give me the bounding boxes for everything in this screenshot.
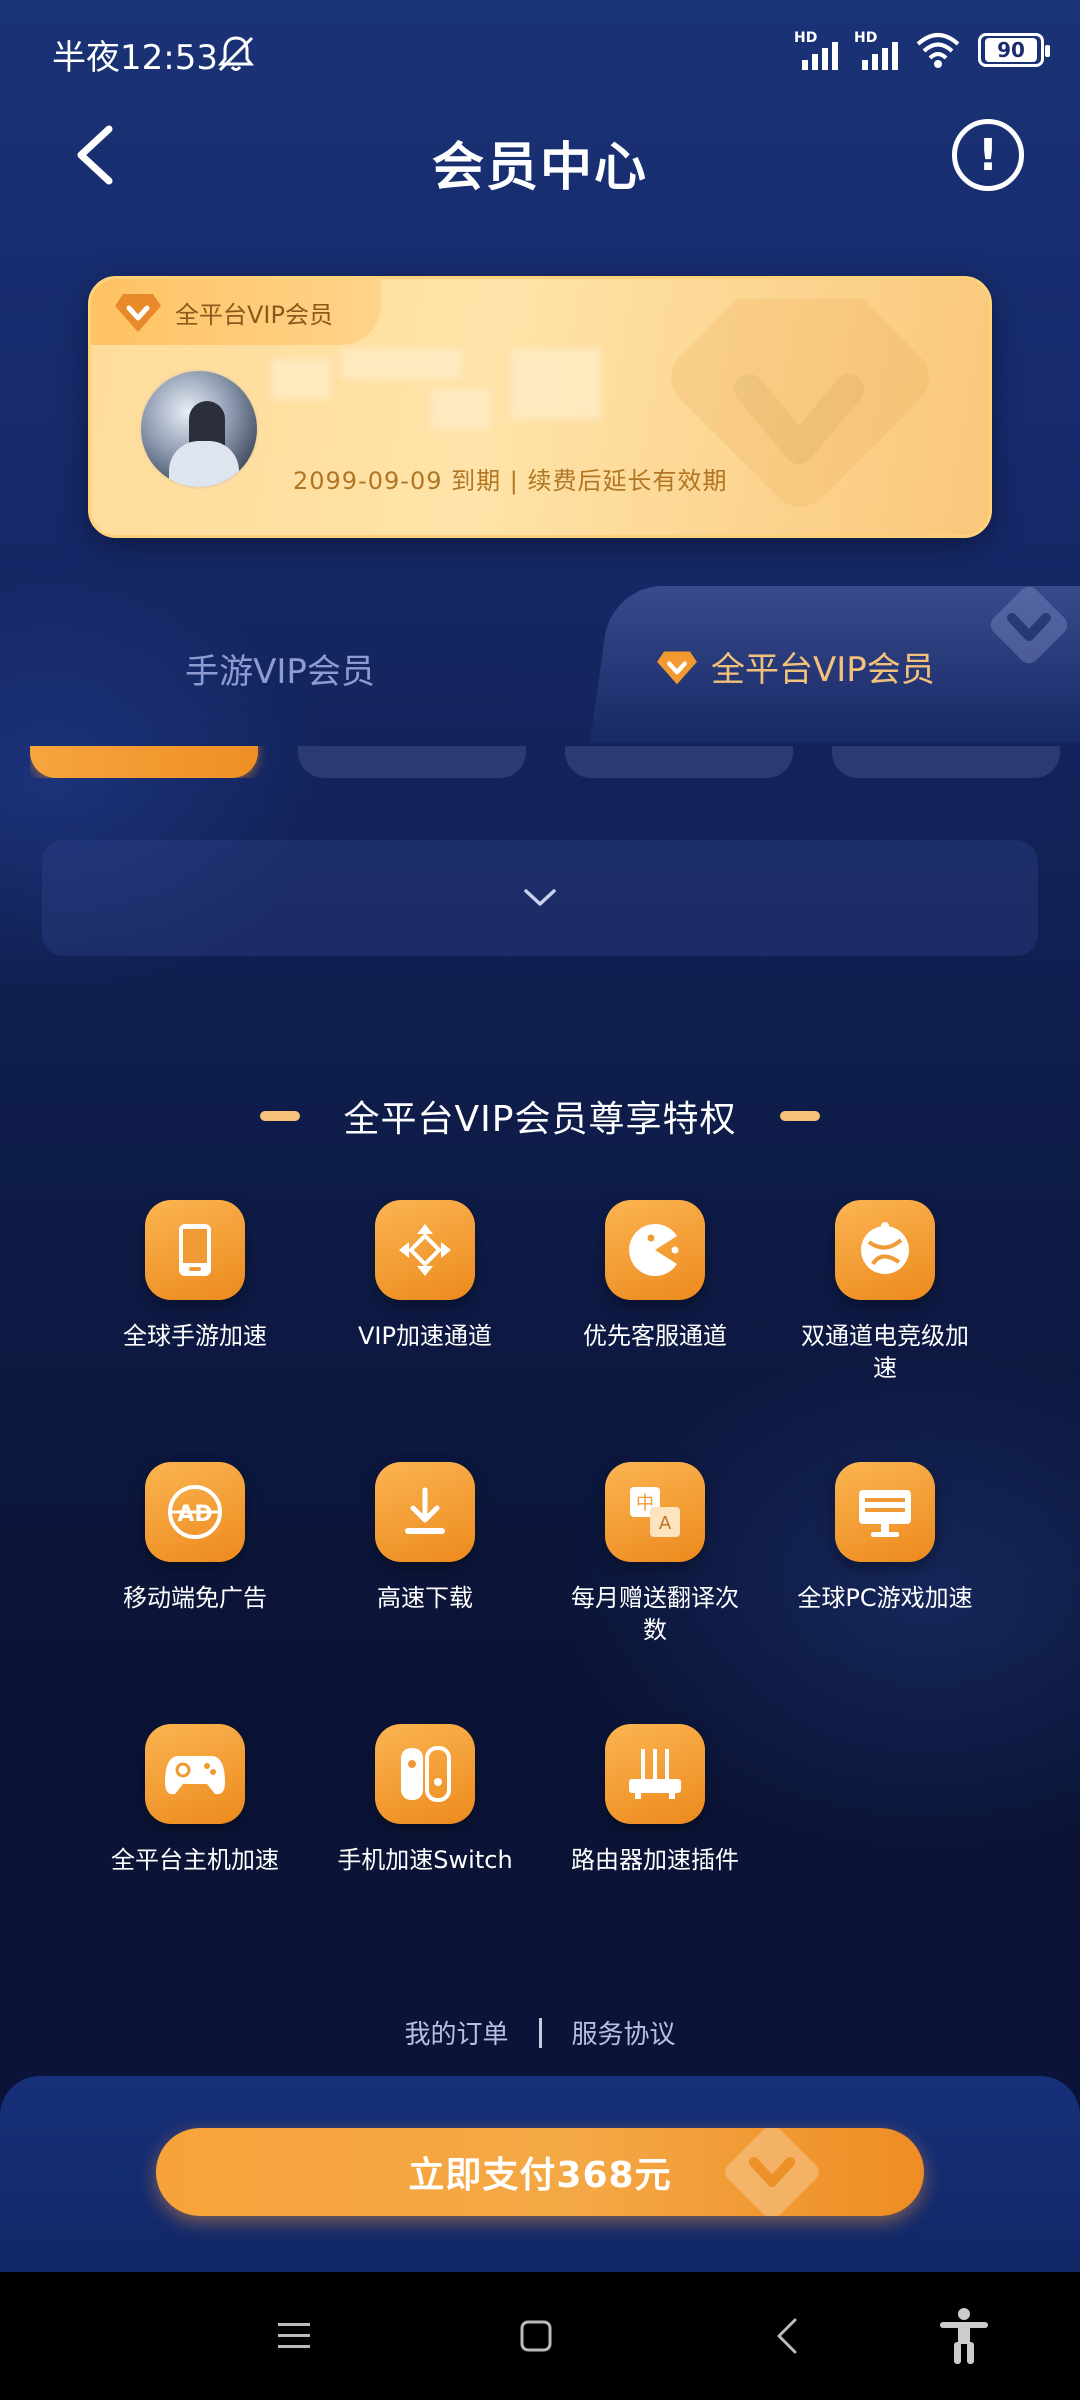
- svg-text:AD: AD: [177, 1502, 212, 1527]
- vip-diamond-icon: [115, 294, 161, 332]
- service-agreement-link[interactable]: 服务协议: [572, 2014, 676, 2051]
- bell-off-icon: [217, 36, 255, 72]
- battery-level: 90: [985, 38, 1037, 62]
- feature-item: 优先客服通道: [540, 1200, 770, 1352]
- feature-label: 路由器加速插件: [571, 1846, 739, 1874]
- feature-label: 全球PC游戏加速: [797, 1584, 973, 1612]
- system-nav-bar: [0, 2272, 1080, 2400]
- feature-item: 双通道电竞级加速: [770, 1200, 1000, 1384]
- home-button[interactable]: [506, 2306, 566, 2366]
- expand-panel[interactable]: [42, 840, 1038, 956]
- privileges-title: 全平台VIP会员尊享特权: [343, 1099, 737, 1140]
- pacman-icon: [605, 1200, 705, 1300]
- chevron-left-icon: [777, 2318, 797, 2354]
- expire-text: 2099-09-09 到期 | 续费后延长有效期: [293, 467, 728, 495]
- feature-label: 优先客服通道: [583, 1322, 727, 1350]
- exclamation-icon: !: [977, 129, 999, 181]
- title-dash-left: [259, 1111, 300, 1121]
- card-badge-label: 全平台VIP会员: [175, 300, 333, 329]
- battery-icon: 90: [978, 33, 1050, 67]
- feature-item: AD 移动端免广告: [80, 1462, 310, 1614]
- status-time: 半夜12:53: [52, 38, 218, 78]
- feature-item: VIP加速通道: [310, 1200, 540, 1352]
- feature-item: 路由器加速插件: [540, 1724, 770, 1876]
- feature-item: 手机加速Switch: [310, 1724, 540, 1876]
- price-option[interactable]: [298, 746, 526, 778]
- vip-watermark-icon: [725, 2128, 819, 2216]
- feature-item: 全平台主机加速: [80, 1724, 310, 1876]
- price-option[interactable]: [832, 746, 1060, 778]
- vip-diamond-icon: [657, 650, 697, 684]
- price-option-selected[interactable]: [30, 746, 258, 778]
- chevron-down-icon: [524, 889, 556, 906]
- my-orders-link[interactable]: 我的订单: [404, 2014, 508, 2051]
- diamond-arrows-icon: [375, 1200, 475, 1300]
- privileges-header: 全平台VIP会员尊享特权: [0, 1090, 1080, 1142]
- feature-item: 全球PC游戏加速: [770, 1462, 1000, 1614]
- status-bar: 半夜12:53 HD HD 90: [0, 0, 1080, 105]
- tab-all-platform-vip[interactable]: 全平台VIP会员: [655, 642, 935, 691]
- tab-mobile-vip[interactable]: 手游VIP会员: [130, 644, 430, 693]
- feature-label: 全平台主机加速: [111, 1846, 279, 1874]
- username-blurred: [271, 349, 651, 439]
- hd-label: HD: [794, 30, 818, 46]
- price-option[interactable]: [565, 746, 793, 778]
- card-badge: 全平台VIP会员: [91, 279, 381, 345]
- menu-icon: [278, 2323, 310, 2348]
- feature-label: 手机加速Switch: [337, 1846, 513, 1874]
- home-square-icon: [520, 2320, 552, 2352]
- wifi-icon: [916, 33, 960, 68]
- feature-label: 移动端免广告: [123, 1584, 267, 1612]
- pay-bar: 立即支付368元: [0, 2076, 1080, 2272]
- feature-label: 每月赠送翻译次数: [571, 1584, 739, 1644]
- vip-watermark-icon: [990, 586, 1068, 664]
- accessibility-icon: [940, 2308, 988, 2364]
- feature-label: VIP加速通道: [358, 1322, 492, 1350]
- feature-label: 全球手游加速: [123, 1322, 267, 1350]
- monitor-icon: [835, 1462, 935, 1562]
- footer-links: 我的订单 服务协议: [0, 2014, 1080, 2051]
- feature-label: 高速下载: [377, 1584, 473, 1612]
- avatar: [139, 369, 259, 489]
- feature-item: 全球手游加速: [80, 1200, 310, 1352]
- membership-tabs: 手游VIP会员 全平台VIP会员: [0, 580, 1080, 742]
- feature-item: 高速下载: [310, 1462, 540, 1614]
- phone-icon: [145, 1200, 245, 1300]
- info-button[interactable]: !: [952, 119, 1024, 191]
- svg-text:A: A: [659, 1513, 672, 1534]
- signal-1-icon: HD: [794, 30, 838, 70]
- signal-2-icon: HD: [854, 30, 898, 70]
- ad-block-icon: AD: [145, 1462, 245, 1562]
- pay-button[interactable]: 立即支付368元: [156, 2128, 924, 2216]
- hd-label: HD: [854, 30, 878, 46]
- download-icon: [375, 1462, 475, 1562]
- translate-icon: 中A: [605, 1462, 705, 1562]
- link-divider: [538, 2017, 542, 2048]
- pay-button-label: 立即支付368元: [408, 2155, 672, 2196]
- router-icon: [605, 1724, 705, 1824]
- status-indicators: HD HD 90: [794, 30, 1050, 70]
- tab-all-platform-label: 全平台VIP会员: [711, 650, 935, 690]
- switch-icon: [375, 1724, 475, 1824]
- accessibility-button[interactable]: [934, 2306, 994, 2366]
- gamepad-icon: [145, 1724, 245, 1824]
- feature-label: 双通道电竞级加速: [801, 1322, 969, 1382]
- page-title: 会员中心: [431, 138, 648, 198]
- header: 会员中心 !: [0, 105, 1080, 205]
- globe-icon: [835, 1200, 935, 1300]
- system-back-button[interactable]: [756, 2306, 816, 2366]
- menu-button[interactable]: [264, 2306, 324, 2366]
- title-dash-right: [780, 1111, 821, 1121]
- price-options-row: [30, 746, 1060, 778]
- member-card: 全平台VIP会员 2099-09-09 到期 | 续费后延长有效期: [88, 276, 992, 538]
- feature-item: 中A 每月赠送翻译次数: [540, 1462, 770, 1646]
